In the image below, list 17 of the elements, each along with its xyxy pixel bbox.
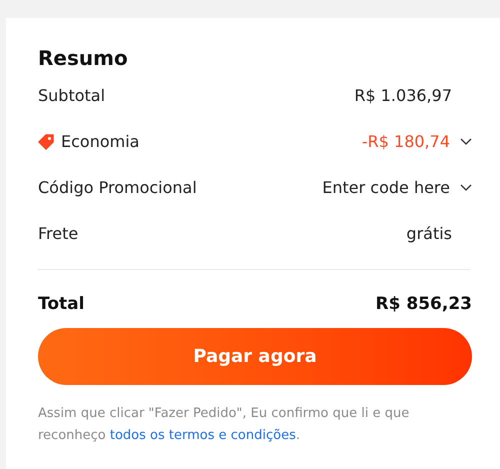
total-value: R$ 856,23 bbox=[376, 293, 472, 316]
pay-button[interactable]: Pagar agora bbox=[38, 328, 472, 385]
tag-icon bbox=[38, 134, 55, 150]
row-value: R$ 1.036,97 bbox=[354, 85, 452, 107]
row-label: Frete bbox=[38, 223, 78, 245]
promo-code-field[interactable]: Enter code here bbox=[322, 176, 450, 200]
terms-link[interactable]: todos os termos e condições bbox=[110, 428, 296, 443]
summary-title: Resumo bbox=[38, 45, 129, 72]
chevron-down-icon[interactable] bbox=[460, 184, 472, 192]
row-label: Subtotal bbox=[38, 85, 106, 107]
row-value: -R$ 180,74 bbox=[362, 131, 450, 153]
terms-note: Assim que clicar "Fazer Pedido", Eu confirmo que li e que reconheço todos os termos e condições. bbox=[38, 405, 410, 445]
row-label: Economia bbox=[61, 131, 140, 153]
row-value: grátis bbox=[406, 223, 452, 245]
chevron-down-icon[interactable] bbox=[460, 138, 472, 146]
row-label: Código Promocional bbox=[38, 177, 197, 199]
total-label: Total bbox=[38, 293, 84, 316]
